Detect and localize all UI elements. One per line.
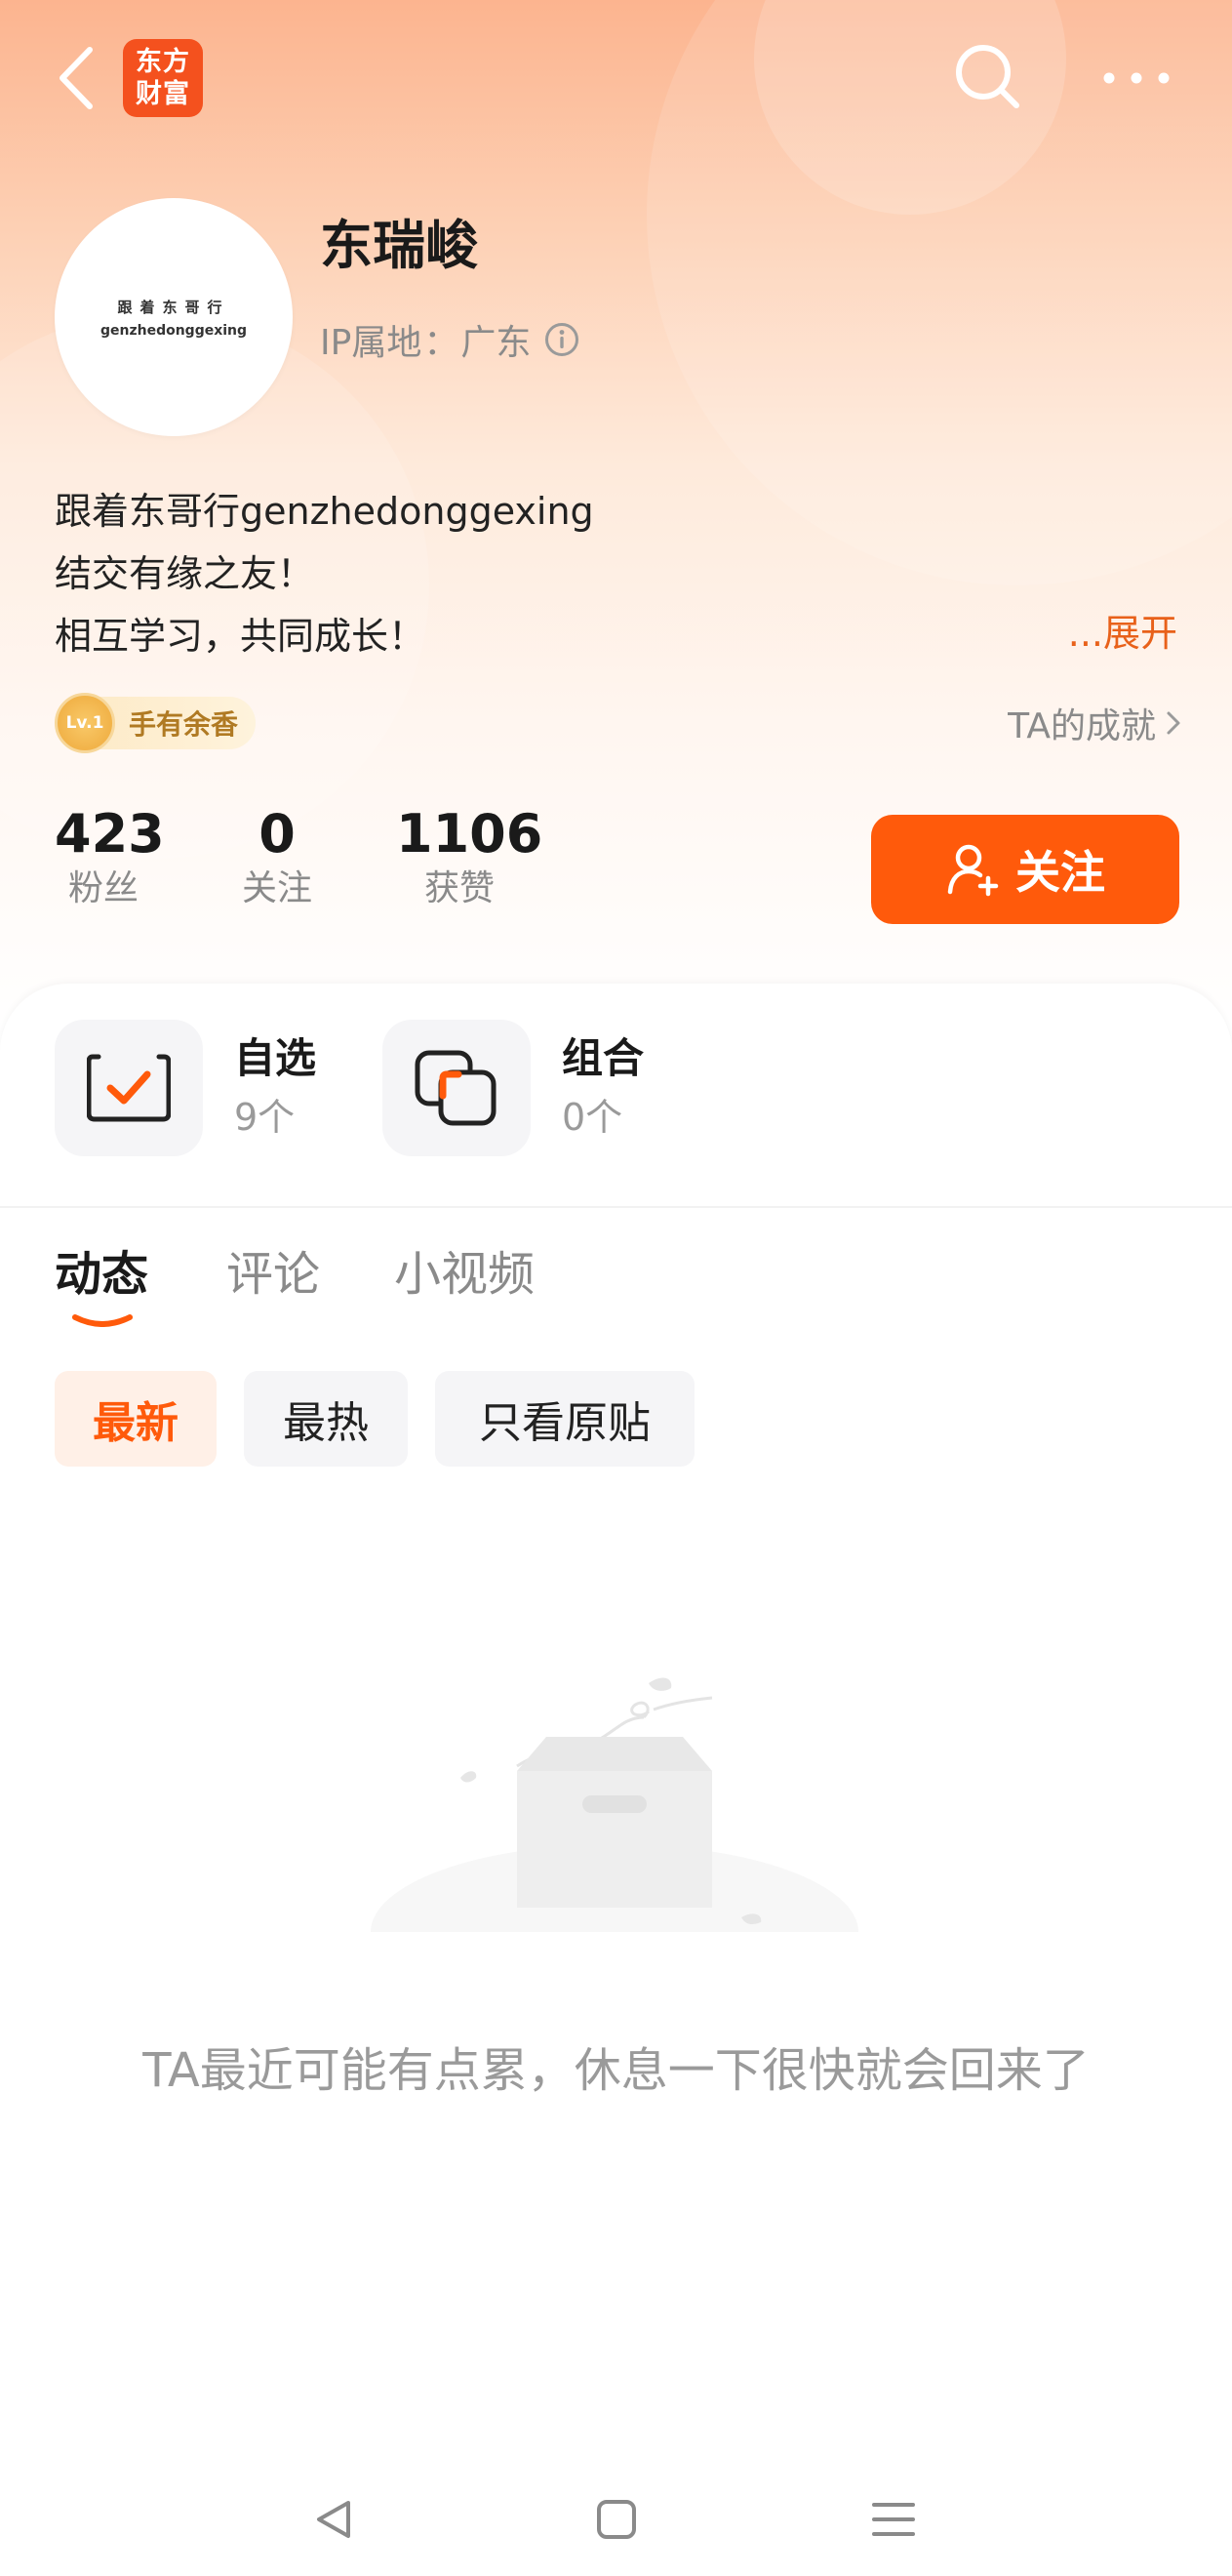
- nav-menu-button[interactable]: [854, 2480, 933, 2558]
- achievements-label: TA的成就: [1008, 706, 1156, 746]
- filter-hottest[interactable]: 最热: [244, 1371, 408, 1467]
- tab-comments[interactable]: 评论: [226, 1243, 320, 1306]
- follow-label: 关注: [1015, 846, 1105, 899]
- bio-line: 跟着东哥行genzhedonggexing: [55, 490, 594, 533]
- avatar[interactable]: 跟着东哥行 genzhedonggexing: [55, 198, 293, 436]
- system-nav-bar: [0, 2459, 1232, 2576]
- empty-state-message: TA最近可能有点累，休息一下很快就会回来了: [142, 2043, 1090, 2098]
- info-icon[interactable]: [544, 322, 579, 357]
- watchlist-icon-tile: [55, 1020, 203, 1156]
- user-name: 东瑞峻: [320, 215, 478, 276]
- back-button[interactable]: [47, 41, 105, 115]
- triangle-back-icon: [317, 2501, 350, 2538]
- watchlist-title: 自选: [234, 1034, 317, 1082]
- square-home-icon: [597, 2500, 636, 2539]
- expand-bio-link[interactable]: ...展开: [1068, 603, 1177, 657]
- stat-value: 0: [258, 803, 296, 865]
- portfolio-title: 组合: [562, 1034, 645, 1082]
- more-button[interactable]: [1093, 49, 1180, 107]
- watchlist-count: 9个: [234, 1096, 296, 1139]
- portfolio-icon-tile: [382, 1020, 531, 1156]
- section-divider: [0, 1206, 1232, 1208]
- ip-separator: ：: [423, 323, 459, 363]
- bio-line: 相互学习，共同成长！: [55, 615, 426, 658]
- ip-value: 广东: [460, 323, 532, 363]
- stat-value: 423: [55, 803, 165, 865]
- follow-button[interactable]: 关注: [871, 815, 1179, 924]
- stat-value: 1106: [396, 803, 543, 865]
- more-dots-icon: [1103, 72, 1170, 84]
- top-bar: 东方 财富: [0, 0, 1232, 156]
- portfolio-count: 0个: [562, 1096, 623, 1139]
- nav-home-button[interactable]: [577, 2480, 656, 2558]
- avatar-text-line1: 跟着东哥行: [117, 298, 230, 316]
- logo-line1: 东方: [136, 47, 190, 77]
- level-badge[interactable]: Lv.1 手有余香: [55, 693, 256, 753]
- search-button[interactable]: [946, 35, 1028, 117]
- search-icon: [956, 45, 1019, 108]
- tab-short-videos[interactable]: 小视频: [394, 1243, 535, 1306]
- level-medal-icon: Lv.1: [55, 693, 115, 753]
- badge-title: 手有余香: [129, 708, 239, 741]
- ip-label: IP属地: [320, 323, 422, 363]
- empty-box-illustration: [351, 1677, 878, 1961]
- watchlist-entry[interactable]: 自选 9个: [55, 1020, 316, 1156]
- stacked-squares-icon: [415, 1050, 497, 1126]
- portfolio-entry[interactable]: 组合 0个: [382, 1020, 644, 1156]
- add-user-icon: [945, 841, 1002, 898]
- bio-line: 结交有缘之友！: [55, 552, 315, 595]
- stat-label: 关注: [241, 868, 312, 908]
- menu-lines-icon: [872, 2503, 915, 2536]
- stat-label: 获赞: [423, 868, 495, 908]
- ip-location: IP属地：广东: [320, 314, 579, 365]
- tab-activity[interactable]: 动态: [55, 1243, 148, 1306]
- filter-latest[interactable]: 最新: [55, 1371, 217, 1467]
- filter-original-only[interactable]: 只看原贴: [435, 1371, 695, 1467]
- active-tab-indicator: [72, 1314, 133, 1327]
- stat-likes[interactable]: 1106 获赞: [396, 803, 543, 913]
- chevron-right-icon: [1166, 709, 1181, 737]
- app-logo[interactable]: 东方 财富: [123, 39, 203, 117]
- checkbox-icon: [87, 1054, 171, 1122]
- chevron-left-icon: [60, 47, 93, 109]
- stat-label: 粉丝: [67, 868, 139, 908]
- stat-following[interactable]: 0 关注: [228, 804, 326, 913]
- bio: 跟着东哥行genzhedonggexing 结交有缘之友！ 相互学习，共同成长！: [55, 480, 594, 667]
- achievements-link[interactable]: TA的成就: [1008, 697, 1181, 749]
- avatar-text-line2: genzhedonggexing: [99, 322, 248, 339]
- stat-followers[interactable]: 423 粉丝: [55, 803, 165, 913]
- nav-back-button[interactable]: [295, 2480, 373, 2558]
- logo-line2: 财富: [136, 79, 190, 109]
